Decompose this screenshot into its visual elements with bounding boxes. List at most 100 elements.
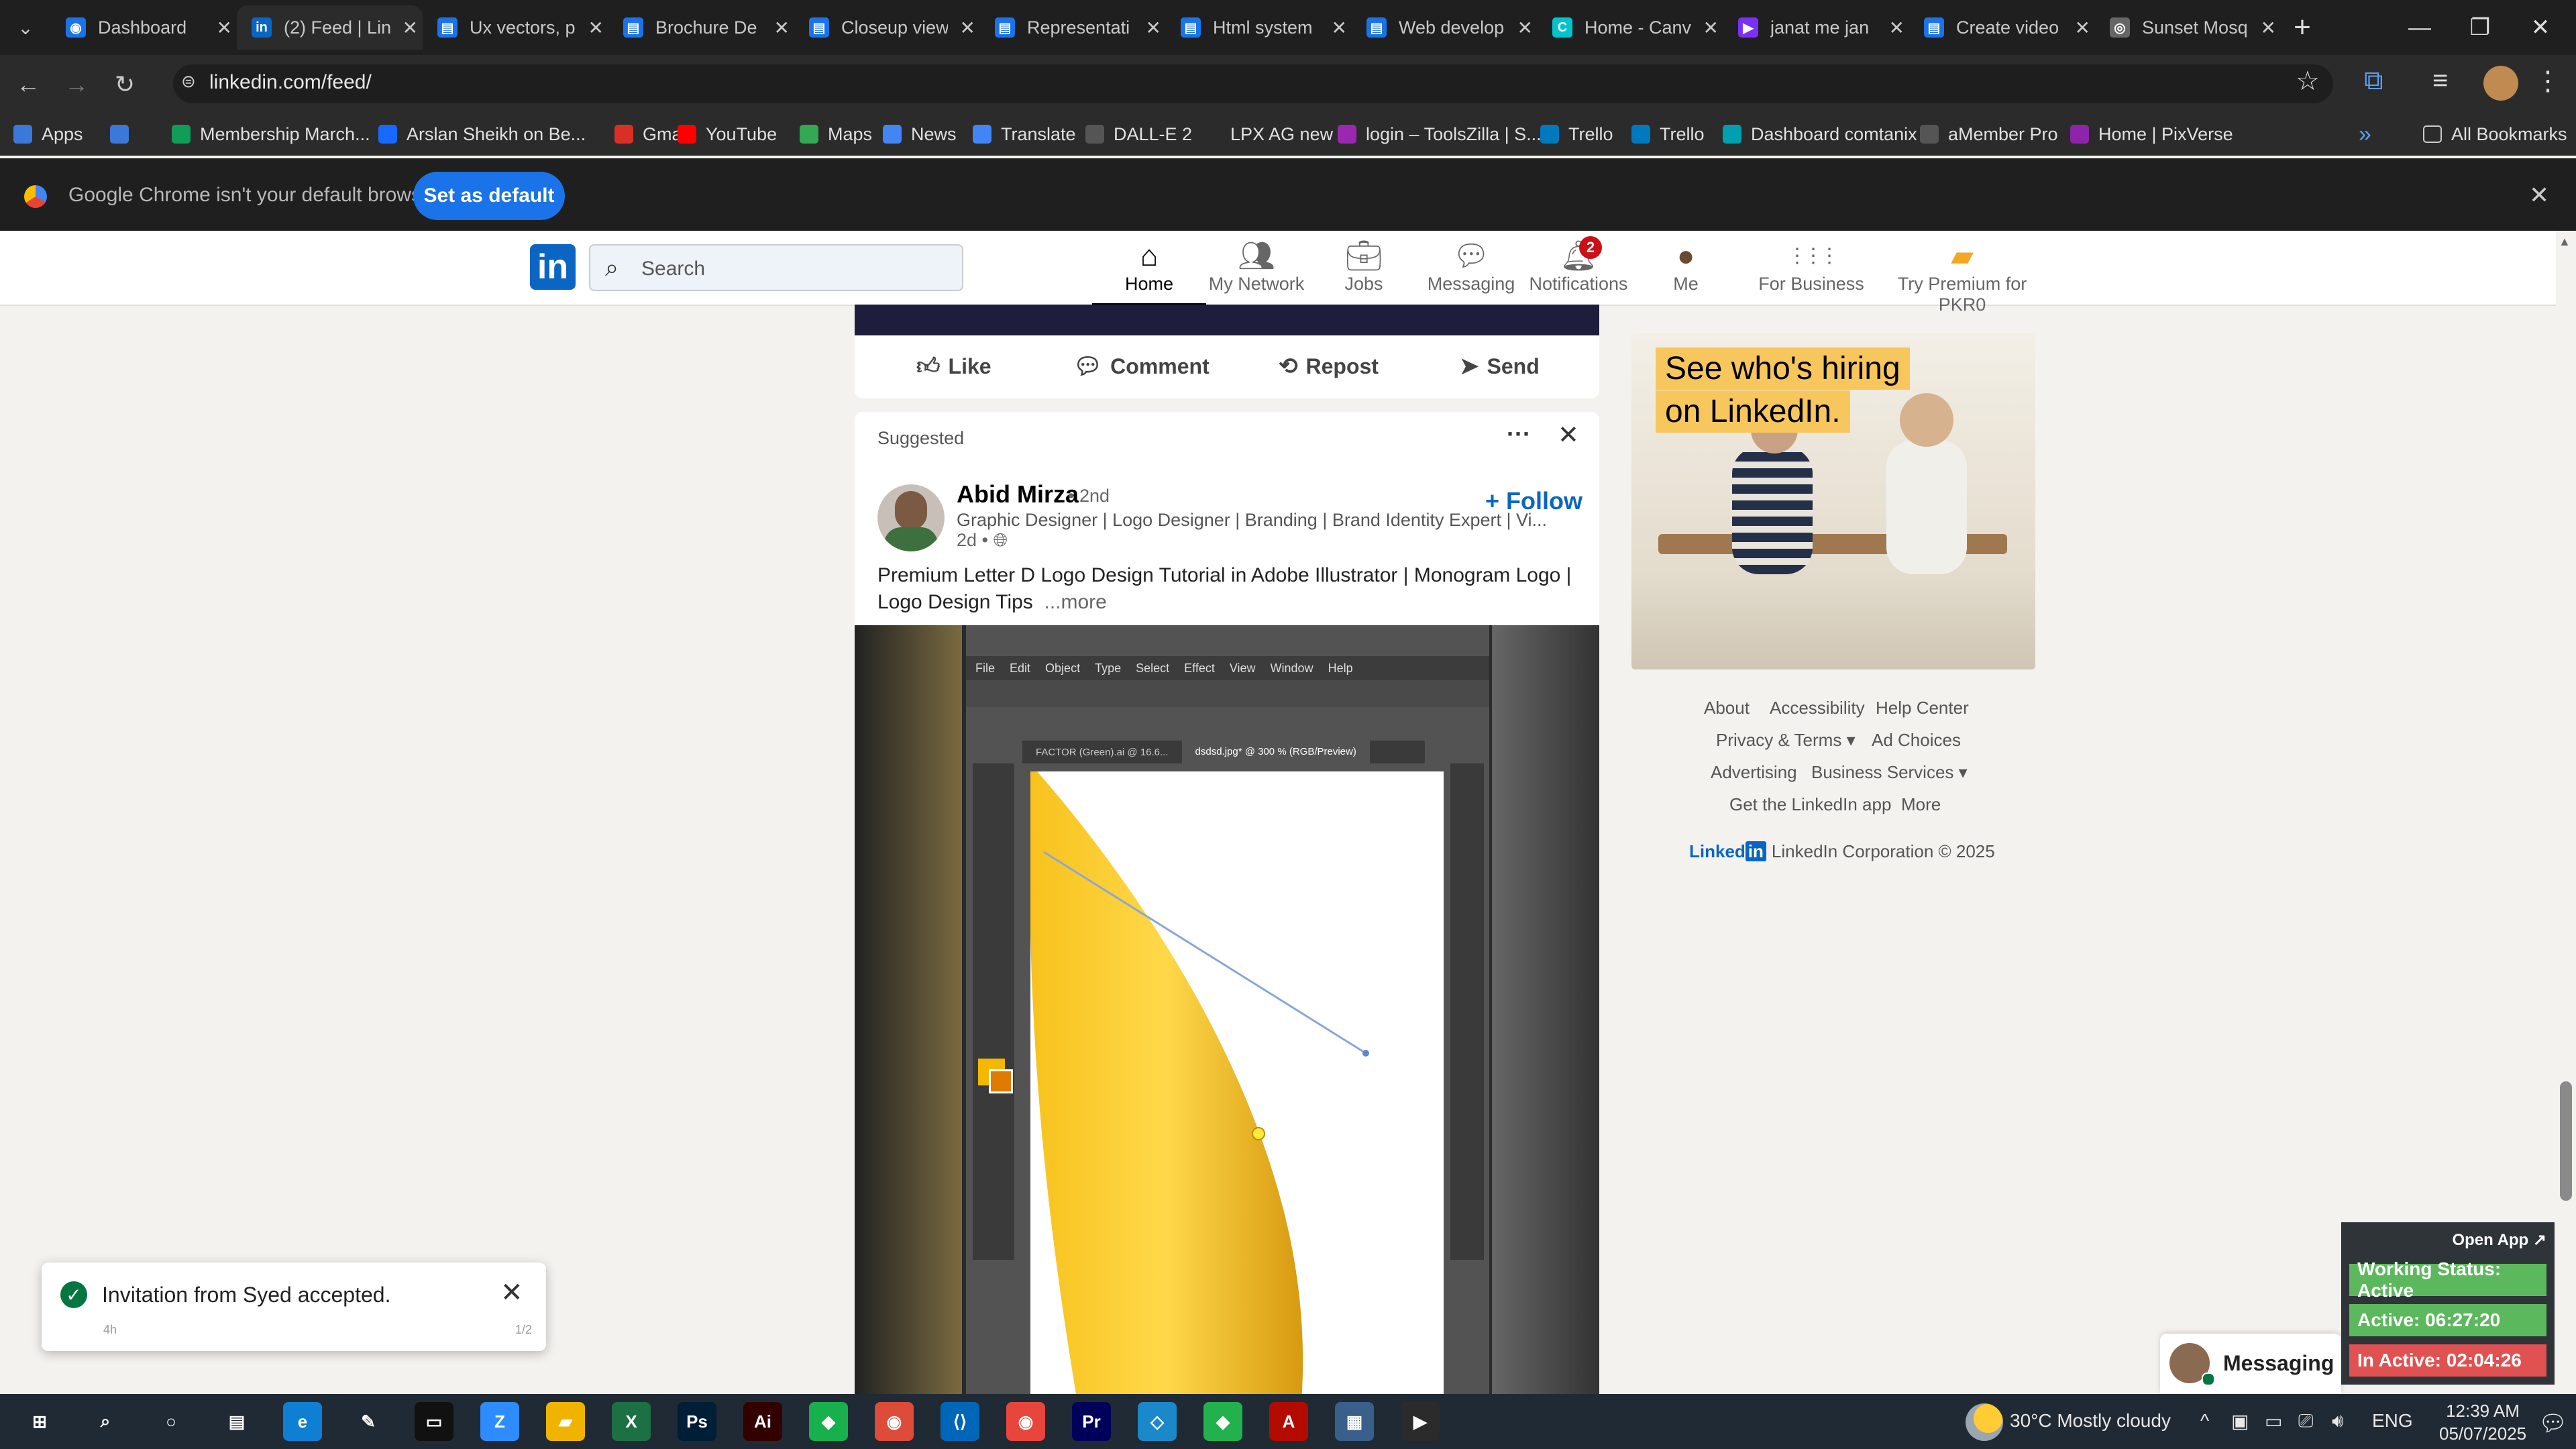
taskbar-app-15-icon[interactable]: ⟨⟩ bbox=[941, 1402, 979, 1441]
media-controls-icon[interactable]: ≡ bbox=[2432, 66, 2448, 96]
taskbar-app-14-icon[interactable]: ◉ bbox=[875, 1402, 914, 1441]
send-button[interactable]: ➤ Send bbox=[1460, 353, 1540, 380]
nav-messaging[interactable]: 💬︎ Messaging bbox=[1414, 239, 1528, 303]
scroll-up-icon[interactable]: ▲ bbox=[2559, 235, 2571, 249]
tab-2[interactable]: in (2) Feed | LinkedIn ✕ bbox=[237, 5, 423, 50]
bookmark-1[interactable]: Apps bbox=[13, 113, 83, 156]
tab-1[interactable]: ◉ Dashboard ✕ bbox=[51, 5, 237, 50]
clock[interactable]: 12:39 AM 05/07/2025 bbox=[2439, 1399, 2526, 1445]
follow-button[interactable]: + Follow bbox=[1485, 487, 1582, 515]
close-tab-icon[interactable]: ✕ bbox=[1884, 17, 1909, 39]
taskbar-app-9-icon[interactable]: ▰ bbox=[546, 1402, 585, 1441]
weather-text[interactable]: 30°C Mostly cloudy bbox=[2010, 1410, 2171, 1432]
bookmark-9[interactable]: Translate bbox=[973, 113, 1076, 156]
taskbar-app-2-icon[interactable]: ⌕ bbox=[86, 1402, 125, 1441]
notification-center-icon[interactable]: 💬︎ bbox=[2538, 1410, 2567, 1437]
author-name[interactable]: Abid Mirza bbox=[957, 480, 1079, 508]
page-scrollbar[interactable] bbox=[2556, 231, 2576, 1394]
tab-9[interactable]: C Home - Canva ✕ bbox=[1538, 5, 1723, 50]
see-more-link[interactable]: ...more bbox=[1044, 591, 1106, 613]
taskbar-app-1-icon[interactable]: ⊞ bbox=[20, 1402, 59, 1441]
restore-button[interactable]: ❐ bbox=[2450, 0, 2510, 55]
bookmark-3[interactable]: Membership March... bbox=[172, 113, 370, 156]
close-tab-icon[interactable]: ✕ bbox=[1512, 17, 1538, 39]
bookmark-14[interactable]: Trello bbox=[1631, 113, 1705, 156]
taskbar-app-16-icon[interactable]: ◉ bbox=[1006, 1402, 1045, 1441]
close-tab-icon[interactable]: ✕ bbox=[211, 17, 237, 39]
tray-app-icon[interactable]: ▣ bbox=[2231, 1410, 2249, 1432]
taskbar-app-12-icon[interactable]: Ai bbox=[743, 1402, 782, 1441]
tab-11[interactable]: ▤ Create video ✕ bbox=[1909, 5, 2095, 50]
taskbar-app-21-icon[interactable]: ▦ bbox=[1335, 1402, 1374, 1441]
volume-icon[interactable]: 🔊︎ bbox=[2332, 1410, 2344, 1432]
bookmark-8[interactable]: News bbox=[883, 113, 957, 156]
taskbar-app-11-icon[interactable]: Ps bbox=[678, 1402, 716, 1441]
tray-chevron-icon[interactable]: ^ bbox=[2200, 1410, 2209, 1432]
tab-4[interactable]: ▤ Brochure De ✕ bbox=[608, 5, 794, 50]
close-tab-icon[interactable]: ✕ bbox=[2255, 17, 2281, 39]
all-bookmarks[interactable]: All Bookmarks bbox=[2423, 113, 2567, 156]
bookmark-star-icon[interactable]: ☆ bbox=[2296, 66, 2320, 97]
footer-link-business-services[interactable]: Business Services ▾ bbox=[1811, 762, 1968, 783]
close-window-button[interactable]: ✕ bbox=[2510, 0, 2571, 55]
repost-button[interactable]: ⟲ Repost bbox=[1279, 353, 1379, 380]
nav-notifications[interactable]: 🔔︎ Notifications bbox=[1521, 239, 1635, 303]
taskbar-app-19-icon[interactable]: ◆ bbox=[1203, 1402, 1242, 1441]
close-tab-icon[interactable]: ✕ bbox=[955, 17, 980, 39]
close-tab-icon[interactable]: ✕ bbox=[1698, 17, 1723, 39]
tab-12[interactable]: ◎ Sunset Mosq ✕ bbox=[2095, 5, 2281, 50]
close-infobar-icon[interactable]: ✕ bbox=[2529, 181, 2549, 209]
taskbar-app-13-icon[interactable]: ◆ bbox=[809, 1402, 848, 1441]
comment-button[interactable]: 💬︎ Comment bbox=[1073, 353, 1210, 380]
weather-icon[interactable] bbox=[1966, 1403, 2003, 1441]
bookmark-15[interactable]: Dashboard comtanix bbox=[1723, 113, 1917, 156]
tab-8[interactable]: ▤ Web develop ✕ bbox=[1352, 5, 1538, 50]
taskbar-app-8-icon[interactable]: Z bbox=[480, 1402, 519, 1441]
set-as-default-button[interactable]: Set as default bbox=[413, 172, 565, 220]
bookmark-11[interactable]: LPX AG new bbox=[1202, 113, 1333, 156]
taskbar-app-3-icon[interactable]: ○ bbox=[152, 1402, 191, 1441]
site-info-icon[interactable]: ⊜ bbox=[181, 71, 204, 94]
forward-icon[interactable]: → bbox=[56, 64, 97, 105]
tab-6[interactable]: ▤ Representati ✕ bbox=[980, 5, 1166, 50]
taskbar-app-7-icon[interactable]: ▭ bbox=[415, 1402, 453, 1441]
close-tab-icon[interactable]: ✕ bbox=[1140, 17, 1166, 39]
close-tab-icon[interactable]: ✕ bbox=[583, 17, 608, 39]
dismiss-post-icon[interactable]: ✕ bbox=[1558, 420, 1579, 450]
footer-link-get-app[interactable]: Get the LinkedIn app bbox=[1729, 794, 1891, 815]
new-tab-button[interactable]: + bbox=[2284, 11, 2321, 44]
bookmark-16[interactable]: aMember Pro bbox=[1920, 113, 2058, 156]
close-toast-icon[interactable]: ✕ bbox=[500, 1277, 523, 1308]
bookmark-10[interactable]: DALL-E 2 bbox=[1085, 113, 1192, 156]
nav-my-network[interactable]: 👥︎ My Network bbox=[1199, 239, 1313, 303]
taskbar-app-18-icon[interactable]: ◇ bbox=[1138, 1402, 1177, 1441]
bookmark-4[interactable]: Arslan Sheikh on Be... bbox=[378, 113, 586, 156]
bookmark-2[interactable] bbox=[110, 113, 138, 156]
like-button[interactable]: 👍︎ Like bbox=[916, 353, 991, 380]
omnibox[interactable] bbox=[173, 64, 2333, 103]
bookmark-12[interactable]: login – ToolsZilla | S... bbox=[1338, 113, 1542, 156]
linkedin-logo-icon[interactable]: in bbox=[530, 244, 576, 290]
taskbar-app-6-icon[interactable]: ✎ bbox=[349, 1402, 388, 1441]
footer-link-privacy-terms[interactable]: Privacy & Terms ▾ bbox=[1716, 730, 1856, 751]
nav-jobs[interactable]: 💼︎ Jobs bbox=[1307, 239, 1421, 303]
post-options-icon[interactable]: ··· bbox=[1507, 420, 1531, 448]
tab-search-chevron-icon[interactable]: ⌄ bbox=[7, 12, 44, 43]
extensions-icon[interactable]: ⧉ bbox=[2364, 66, 2383, 96]
post-media-image[interactable]: File Edit Object Type Select Effect View Window… bbox=[855, 625, 1599, 1394]
menu-kebab-icon[interactable]: ⋮ bbox=[2534, 66, 2561, 97]
footer-link-more[interactable]: More bbox=[1901, 794, 1941, 815]
taskbar-app-5-icon[interactable]: e bbox=[283, 1402, 322, 1441]
more-bookmarks-chevron-icon[interactable]: » bbox=[2359, 113, 2371, 156]
author-avatar[interactable] bbox=[877, 484, 945, 551]
tab-7[interactable]: ▤ Html system ✕ bbox=[1166, 5, 1352, 50]
bookmark-13[interactable]: Trello bbox=[1540, 113, 1613, 156]
taskbar-app-17-icon[interactable]: Pr bbox=[1072, 1402, 1111, 1441]
search-input[interactable]: ⌕ Search bbox=[589, 244, 963, 291]
url-text[interactable]: linkedin.com/feed/ bbox=[209, 71, 372, 94]
hiring-ad-banner[interactable]: See who's hiring on LinkedIn. bbox=[1631, 333, 2035, 669]
tray-display-icon[interactable]: ⎚ bbox=[2298, 1410, 2313, 1432]
minimize-button[interactable]: — bbox=[2390, 0, 2450, 55]
profile-avatar[interactable] bbox=[2483, 66, 2518, 101]
nav-for-business[interactable]: ⋮⋮⋮ For Business bbox=[1751, 239, 1872, 303]
